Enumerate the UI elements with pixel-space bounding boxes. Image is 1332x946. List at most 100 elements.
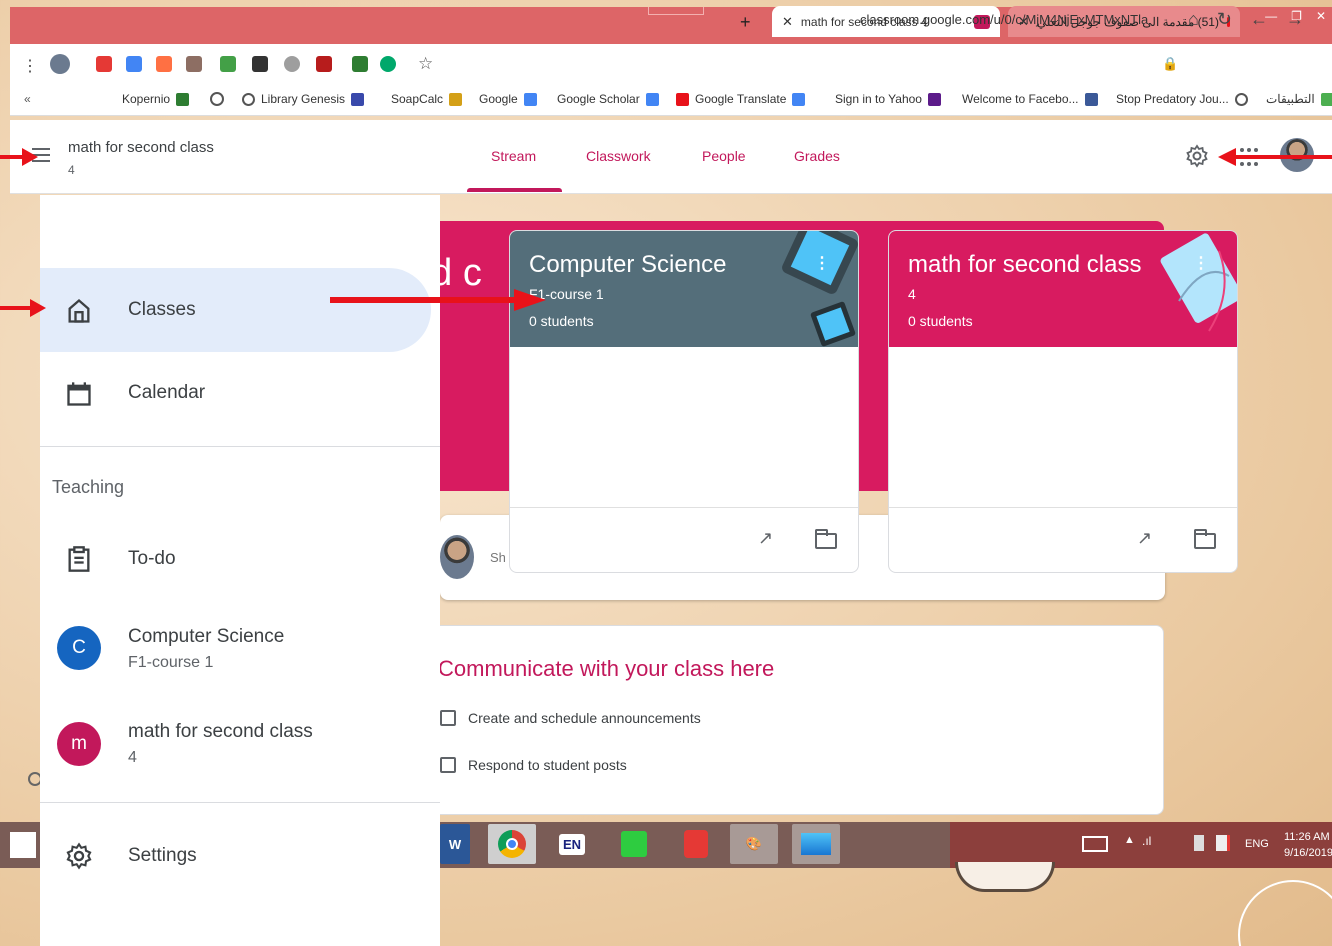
window-close-icon[interactable]: ✕ <box>1316 9 1326 23</box>
communicate-item: Create and schedule announcements <box>440 710 701 726</box>
close-icon[interactable]: ✕ <box>782 14 793 30</box>
extension-icon[interactable] <box>316 56 332 72</box>
url-text[interactable]: classroom.google.com/u/0/c/MjM4NjExMTMxN… <box>860 12 1148 27</box>
drawer-divider <box>40 802 440 803</box>
google-icon <box>523 92 537 106</box>
card-divider <box>889 507 1237 508</box>
back-icon[interactable]: ← <box>1250 9 1268 30</box>
grammarly-icon[interactable] <box>380 56 396 72</box>
folder-icon[interactable] <box>1194 529 1216 549</box>
tab-strip-marker <box>648 7 704 15</box>
battery-icon[interactable] <box>1194 835 1204 851</box>
card-header: Computer Science F1-course 1 0 students … <box>510 231 858 347</box>
network-icon[interactable]: .ıl <box>1142 834 1151 848</box>
word-app-icon[interactable]: W <box>440 824 470 864</box>
card-illustration <box>782 231 858 347</box>
drawer-divider <box>40 446 440 447</box>
drawer-item-calendar[interactable]: Calendar <box>128 382 205 404</box>
class-card-math[interactable]: math for second class 4 0 students ⋮ ↗ <box>888 230 1238 573</box>
translate-icon <box>792 92 806 106</box>
more-options-icon[interactable]: ⋮ <box>814 253 830 273</box>
language-app-icon[interactable]: EN <box>552 824 592 864</box>
tab-classwork[interactable]: Classwork <box>586 148 651 164</box>
card-title[interactable]: Computer Science <box>529 251 726 279</box>
windows-start-icon[interactable] <box>10 832 36 858</box>
tab-grades[interactable]: Grades <box>794 148 840 164</box>
trending-icon[interactable]: ↗ <box>1137 528 1152 549</box>
card-header: math for second class 4 0 students ⋮ <box>889 231 1237 347</box>
card-title[interactable]: math for second class <box>908 251 1141 279</box>
bookmark-item[interactable]: Sign in to Yahoo <box>835 92 941 106</box>
tab-stream[interactable]: Stream <box>491 148 536 164</box>
bookmark-item[interactable]: Welcome to Facebo... <box>962 92 1098 106</box>
tray-overflow-icon[interactable]: ▲ <box>1124 834 1135 846</box>
extension-icon[interactable] <box>186 56 202 72</box>
drawer-item-settings[interactable]: Settings <box>128 845 197 867</box>
volume-muted-icon[interactable] <box>1216 835 1230 851</box>
annotation-arrowhead <box>30 299 46 317</box>
home-icon[interactable]: ⌂ <box>1188 9 1199 30</box>
menu-dots-icon[interactable]: ⋮ <box>22 56 38 76</box>
drawer-item-math[interactable]: math for second class <box>128 721 313 743</box>
bookmark-item[interactable]: Google <box>479 92 537 106</box>
extension-icon[interactable] <box>96 56 112 72</box>
class-card-computer-science[interactable]: Computer Science F1-course 1 0 students … <box>509 230 859 573</box>
card-divider <box>510 507 858 508</box>
annotation-arrowhead <box>22 148 38 166</box>
settings-gear-icon[interactable] <box>65 842 93 870</box>
bookmarks-overflow[interactable]: « <box>24 92 31 106</box>
clipboard-icon[interactable] <box>65 545 93 573</box>
bookmark-item[interactable]: Stop Predatory Jou... <box>1116 92 1248 106</box>
trending-icon[interactable]: ↗ <box>758 528 773 549</box>
more-options-icon[interactable]: ⋮ <box>1193 253 1209 273</box>
facebook-icon <box>1084 92 1098 106</box>
profile-avatar[interactable] <box>50 54 70 74</box>
recorder-icon[interactable] <box>676 824 716 864</box>
communicate-title: Communicate with your class here <box>438 656 775 681</box>
star-bookmark-icon[interactable]: ☆ <box>418 54 433 74</box>
chrome-icon <box>498 830 526 858</box>
drawer-section-teaching: Teaching <box>52 477 125 497</box>
extension-icon[interactable] <box>220 56 236 72</box>
annotation-arrowhead <box>1218 148 1236 166</box>
drawer-item-section: F1-course 1 <box>128 654 214 671</box>
clock[interactable]: 11:26 AM 9/16/2019 <box>1284 829 1332 861</box>
bookmark-item[interactable]: Kopernio <box>122 92 190 106</box>
annotation-arrow-classes <box>0 306 30 310</box>
drawer-item-todo[interactable]: To-do <box>128 548 176 570</box>
globe-icon <box>1234 92 1248 106</box>
forward-icon[interactable]: → <box>1286 9 1304 30</box>
screen-capture-icon[interactable] <box>614 824 654 864</box>
input-language[interactable]: ENG <box>1245 838 1269 850</box>
apps-grid-icon <box>1320 92 1332 106</box>
annotation-arrow-settings <box>1236 155 1332 159</box>
paint-app-icon[interactable]: 🎨 <box>730 824 778 864</box>
class-avatar-computer-science: C <box>57 626 101 670</box>
extension-icon[interactable] <box>252 56 268 72</box>
folder-icon[interactable] <box>815 529 837 549</box>
share-prompt[interactable]: Sh <box>490 550 506 565</box>
tab-people[interactable]: People <box>702 148 746 164</box>
calendar-icon[interactable] <box>65 380 93 408</box>
chrome-app-icon[interactable] <box>488 824 536 864</box>
drawer-item-computer-science[interactable]: Computer Science <box>128 626 284 648</box>
globe-icon[interactable] <box>210 92 224 106</box>
extension-icon[interactable] <box>156 56 172 72</box>
drawer-label-classes: Classes <box>128 299 196 320</box>
translate-extension-icon[interactable] <box>126 56 142 72</box>
bookmark-item[interactable]: Library Genesis <box>242 92 365 106</box>
bookmark-item[interactable]: Google Translate <box>676 92 806 106</box>
shield-extension-icon[interactable] <box>284 56 300 72</box>
extension-icon[interactable] <box>352 56 368 72</box>
drawer-item-classes[interactable] <box>40 268 431 352</box>
bookmark-item[interactable]: Google Scholar <box>557 92 659 106</box>
keyboard-icon[interactable] <box>1082 836 1108 852</box>
reload-icon[interactable]: ↻ <box>1217 9 1232 30</box>
gear-icon[interactable] <box>1185 144 1209 168</box>
active-tab-indicator <box>467 188 562 192</box>
class-title[interactable]: math for second class <box>68 139 214 156</box>
bookmark-apps[interactable]: التطبيقات <box>1266 92 1332 106</box>
photos-app-icon[interactable] <box>792 824 840 864</box>
new-tab-button[interactable]: + <box>740 12 751 33</box>
bookmark-item[interactable]: SoapCalc <box>391 92 463 106</box>
